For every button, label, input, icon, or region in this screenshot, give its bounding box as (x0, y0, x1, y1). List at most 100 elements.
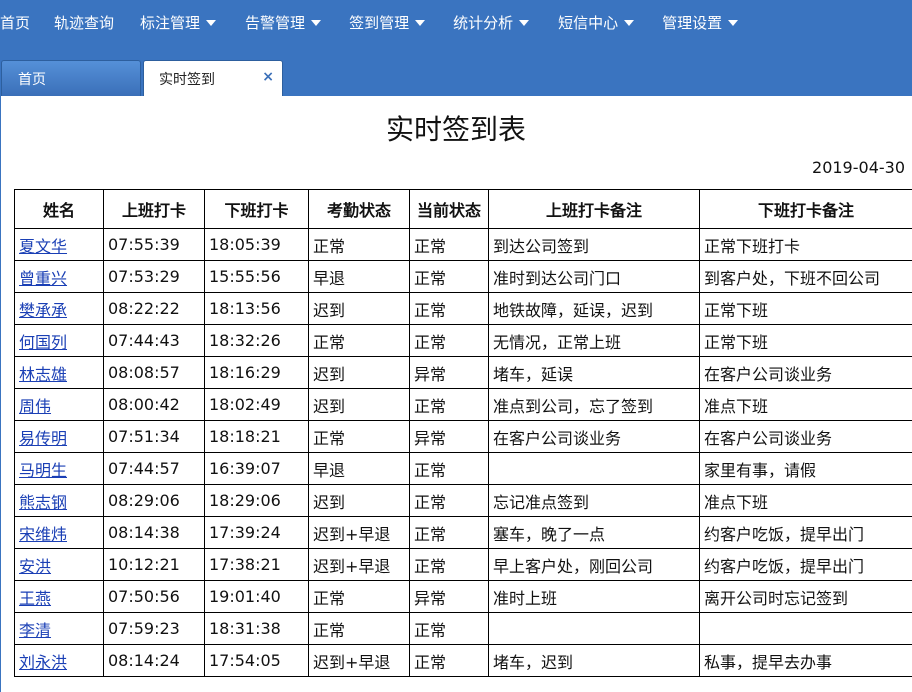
column-header: 当前状态 (409, 189, 489, 229)
table-cell: 迟到+早退 (308, 516, 410, 549)
nav-item-label: 告警管理 (245, 13, 306, 32)
table-cell: 18:16:29 (204, 356, 309, 389)
table-cell: 迟到 (308, 356, 410, 389)
employee-name-cell: 樊承承 (14, 292, 104, 325)
nav-item-label: 管理设置 (662, 13, 723, 32)
table-cell: 堵车，迟到 (488, 644, 700, 677)
table-cell: 正常 (409, 612, 489, 645)
nav-item-3[interactable]: 告警管理 (245, 12, 322, 33)
report-date: 2019-04-30 (812, 158, 905, 177)
table-row: 宋维炜 08:14:38 17:39:24 迟到+早退 正常 塞车，晚了一点 约客户吃饭，提… (14, 516, 912, 549)
table-row: 李清 07:59:23 18:31:38 正常 正常 (14, 612, 912, 645)
table-cell: 无情况，正常上班 (488, 324, 700, 357)
table-cell: 离开公司时忘记签到 (699, 580, 912, 613)
table-cell: 准点下班 (699, 388, 912, 421)
employee-name-cell: 周伟 (14, 388, 104, 421)
table-cell: 08:08:57 (103, 356, 205, 389)
table-cell: 到达公司签到 (488, 228, 700, 261)
table-cell: 07:50:56 (103, 580, 205, 613)
table-cell: 在客户公司谈业务 (488, 420, 700, 453)
chevron-down-icon (206, 20, 217, 26)
table-cell (488, 612, 700, 645)
nav-item-6[interactable]: 短信中心 (558, 12, 635, 33)
table-cell: 08:14:24 (103, 644, 205, 677)
attendance-table: 姓名 上班打卡 下班打卡 考勤状态 当前状态 上班打卡备注 下班打卡备注 夏文华 07:55:… (14, 189, 912, 677)
table-cell: 准点到公司，忘了签到 (488, 388, 700, 421)
table-row: 曾重兴 07:53:29 15:55:56 早退 正常 准时到达公司门口 到客户处，下班不回… (14, 260, 912, 293)
employee-name-link[interactable]: 王燕 (19, 589, 51, 608)
table-cell: 18:32:26 (204, 324, 309, 357)
table-cell: 18:13:56 (204, 292, 309, 325)
table-cell: 正常下班 (699, 324, 912, 357)
employee-name-link[interactable]: 李清 (19, 621, 51, 640)
column-header: 姓名 (14, 189, 104, 229)
table-cell: 异常 (409, 420, 489, 453)
table-cell: 正常 (409, 324, 489, 357)
table-cell: 18:02:49 (204, 388, 309, 421)
table-body: 夏文华 07:55:39 18:05:39 正常 正常 到达公司签到 正常下班打卡 曾重兴 07… (14, 228, 912, 677)
employee-name-link[interactable]: 安洪 (19, 557, 51, 576)
nav-item-label: 签到管理 (349, 13, 410, 32)
employee-name-link[interactable]: 林志雄 (19, 365, 67, 384)
table-cell: 17:38:21 (204, 548, 309, 581)
nav-item-7[interactable]: 管理设置 (662, 12, 739, 33)
nav-item-0[interactable]: 首页 (0, 12, 30, 33)
table-cell: 准点下班 (699, 484, 912, 517)
employee-name-link[interactable]: 马明生 (19, 461, 67, 480)
employee-name-cell: 曾重兴 (14, 260, 104, 293)
table-cell (488, 452, 700, 485)
tab-active-label: 实时签到 (159, 71, 215, 88)
table-cell: 正常 (409, 260, 489, 293)
table-cell: 正常 (409, 484, 489, 517)
column-header: 考勤状态 (308, 189, 410, 229)
table-cell: 迟到+早退 (308, 548, 410, 581)
employee-name-cell: 夏文华 (14, 228, 104, 261)
table-row: 熊志钢 08:29:06 18:29:06 迟到 正常 忘记准点签到 准点下班 (14, 484, 912, 517)
employee-name-link[interactable]: 周伟 (19, 397, 51, 416)
chevron-down-icon (624, 20, 635, 26)
tab-realtime-signin[interactable]: 实时签到 × (143, 60, 283, 96)
table-cell: 正常 (308, 612, 410, 645)
employee-name-link[interactable]: 樊承承 (19, 301, 67, 320)
tab-home[interactable]: 首页 (1, 60, 141, 96)
table-cell: 正常下班 (699, 292, 912, 325)
employee-name-link[interactable]: 夏文华 (19, 237, 67, 256)
table-cell: 正常 (409, 548, 489, 581)
table-cell: 堵车，延误 (488, 356, 700, 389)
employee-name-link[interactable]: 何国列 (19, 333, 67, 352)
employee-name-cell: 安洪 (14, 548, 104, 581)
table-cell: 19:01:40 (204, 580, 309, 613)
table-cell: 迟到 (308, 484, 410, 517)
table-cell: 在客户公司谈业务 (699, 420, 912, 453)
table-cell: 异常 (409, 356, 489, 389)
nav-item-5[interactable]: 统计分析 (453, 12, 530, 33)
table-cell: 18:31:38 (204, 612, 309, 645)
close-icon[interactable]: × (262, 69, 274, 85)
page-title: 实时签到表 (385, 113, 526, 146)
employee-name-link[interactable]: 易传明 (19, 429, 67, 448)
chevron-down-icon (311, 20, 322, 26)
table-cell: 正常 (409, 228, 489, 261)
employee-name-link[interactable]: 曾重兴 (19, 269, 67, 288)
table-cell: 约客户吃饭，提早出门 (699, 516, 912, 549)
column-header: 下班打卡 (204, 189, 309, 229)
table-cell: 正常 (308, 420, 410, 453)
table-cell: 家里有事，请假 (699, 452, 912, 485)
table-row: 安洪 10:12:21 17:38:21 迟到+早退 正常 早上客户处，刚回公司 约客户吃饭… (14, 548, 912, 581)
table-cell: 迟到 (308, 292, 410, 325)
employee-name-cell: 熊志钢 (14, 484, 104, 517)
table-cell: 地铁故障，延误，迟到 (488, 292, 700, 325)
nav-item-4[interactable]: 签到管理 (349, 12, 426, 33)
tab-home-label: 首页 (18, 71, 46, 88)
employee-name-link[interactable]: 熊志钢 (19, 493, 67, 512)
nav-item-2[interactable]: 标注管理 (140, 12, 217, 33)
table-cell: 17:54:05 (204, 644, 309, 677)
nav-item-1[interactable]: 轨迹查询 (54, 12, 114, 33)
employee-name-link[interactable]: 宋维炜 (19, 525, 67, 544)
table-cell: 早上客户处，刚回公司 (488, 548, 700, 581)
column-header: 上班打卡 (103, 189, 205, 229)
employee-name-link[interactable]: 刘永洪 (19, 653, 67, 672)
table-cell: 塞车，晚了一点 (488, 516, 700, 549)
table-row: 刘永洪 08:14:24 17:54:05 迟到+早退 正常 堵车，迟到 私事，提早去办事 (14, 644, 912, 677)
table-cell: 正常 (308, 580, 410, 613)
